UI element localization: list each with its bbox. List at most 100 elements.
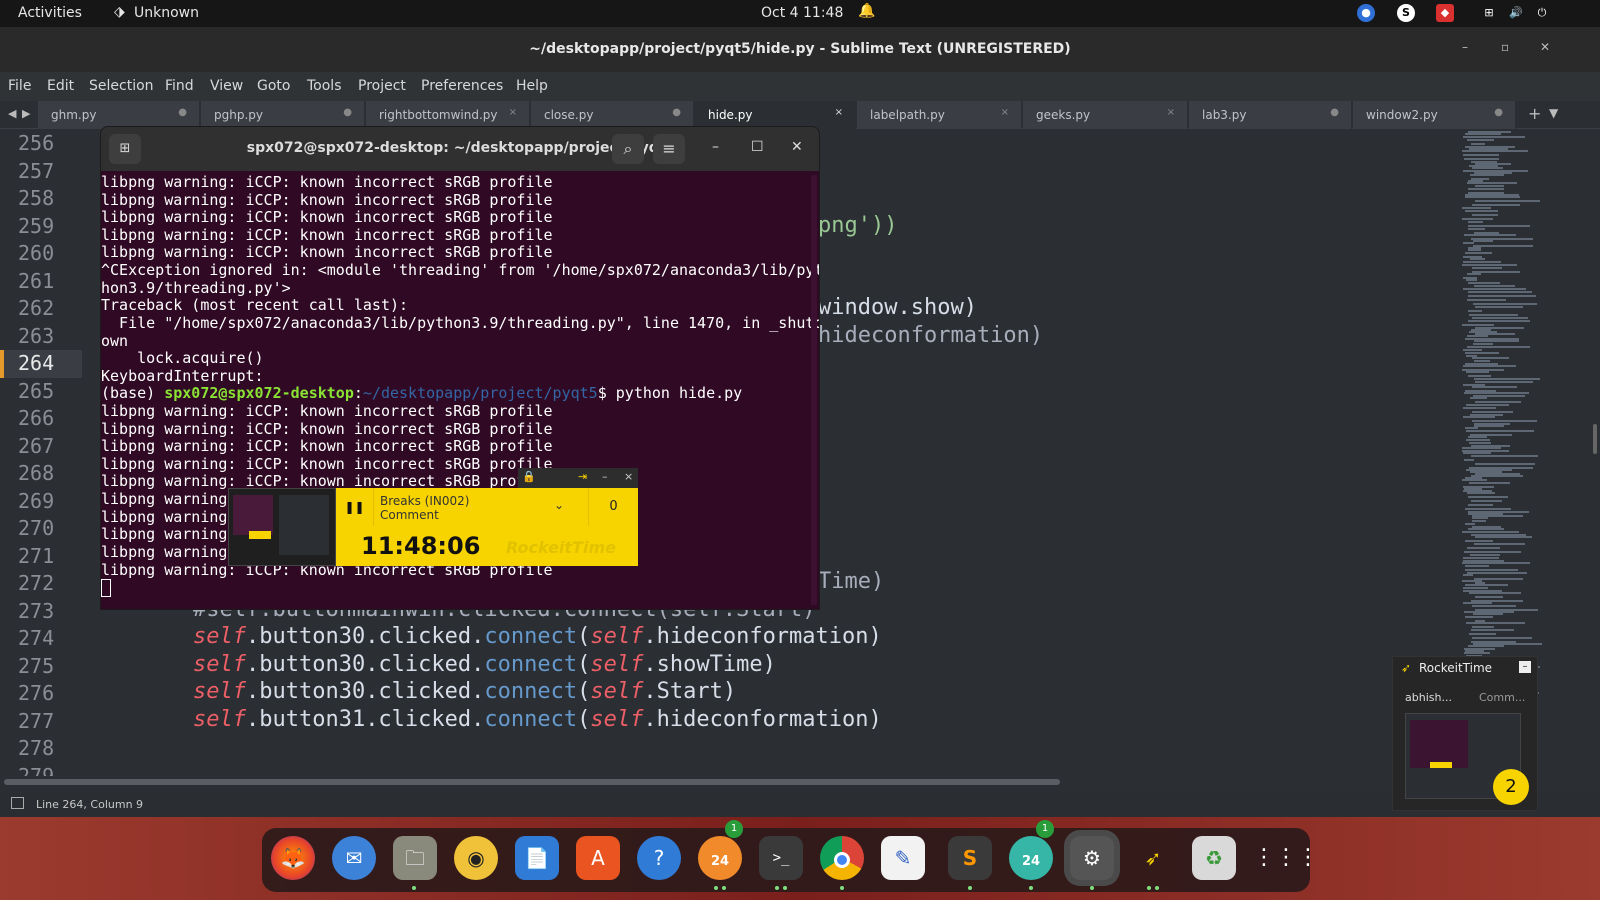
tab-labelpath[interactable]: labelpath.py × [857, 101, 1022, 129]
tab-dirty-icon[interactable]: ● [672, 107, 681, 118]
terminal-line: lock.acquire() [101, 349, 264, 367]
menu-selection[interactable]: Selection [89, 78, 154, 94]
tab-geeks[interactable]: geeks.py × [1023, 101, 1188, 129]
menu-file[interactable]: File [8, 78, 31, 94]
volume-icon[interactable]: 🔊 [1507, 4, 1525, 22]
app-menu[interactable]: Unknown [134, 5, 199, 21]
break-selector[interactable]: Breaks (IN002) Comment [380, 494, 469, 522]
lock-icon[interactable]: 🔒 [522, 470, 536, 483]
menu-goto[interactable]: Goto [257, 78, 290, 94]
software-center-icon[interactable]: A [576, 836, 620, 880]
trash-icon[interactable]: ♻ [1192, 836, 1236, 880]
maximize-icon[interactable]: ☐ [751, 139, 764, 155]
minimize-icon[interactable]: – [1462, 40, 1468, 54]
minimap-line [1469, 482, 1510, 484]
tab-dirty-icon[interactable]: ● [343, 107, 352, 118]
power-icon[interactable]: ⏻ [1533, 4, 1551, 22]
collapse-icon[interactable]: – [1519, 661, 1531, 673]
sublime-text-icon[interactable]: S [948, 836, 992, 880]
menu-preferences[interactable]: Preferences [421, 78, 503, 94]
line-number: 277 [18, 709, 55, 733]
chat-app-icon[interactable]: 24 [698, 836, 742, 880]
minimap-line [1467, 547, 1500, 549]
minimize-icon[interactable]: – [602, 470, 608, 483]
minimap-line [1474, 543, 1525, 545]
search-icon[interactable]: ⌕ [612, 134, 644, 164]
skype-tray-icon[interactable]: S [1397, 4, 1415, 22]
settings-gear-icon[interactable]: ⚙ [1070, 836, 1114, 880]
minimize-icon[interactable]: – [712, 139, 719, 155]
tab-rightbottomwind[interactable]: rightbottomwind.py × [366, 101, 530, 129]
export-icon[interactable]: ⇥ [578, 470, 587, 483]
notification-count-badge[interactable]: 2 [1493, 769, 1529, 805]
menu-edit[interactable]: Edit [47, 78, 74, 94]
app-menu-icon: ⬗ [114, 4, 125, 20]
panel-toggle-icon[interactable] [11, 797, 24, 809]
tab-close-icon[interactable]: × [1167, 107, 1175, 118]
thunderbird-icon[interactable]: ✉ [332, 836, 376, 880]
menu-help[interactable]: Help [516, 78, 548, 94]
rockeit-time-icon[interactable]: ➶ [1131, 836, 1175, 880]
tab-close-icon[interactable]: × [835, 107, 843, 118]
minimap-line [1470, 397, 1487, 399]
minimap-line [1467, 572, 1527, 574]
pause-icon[interactable]: ❚❚ [336, 488, 374, 526]
firefox-icon[interactable]: 🦊 [271, 836, 315, 880]
calendar-chat-icon[interactable]: 24 [1009, 836, 1053, 880]
files-icon[interactable]: 🗀 [393, 836, 437, 880]
anydesk-tray-icon[interactable]: ◆ [1436, 4, 1454, 22]
writer-icon[interactable]: 📄 [515, 836, 559, 880]
comment-field[interactable]: Comm... [1479, 691, 1525, 704]
tab-close-icon[interactable]: × [509, 107, 517, 118]
line-number: 273 [18, 599, 55, 623]
tab-close[interactable]: close.py ● [531, 101, 694, 129]
close-icon[interactable]: × [624, 470, 633, 483]
activities-button[interactable]: Activities [18, 5, 82, 21]
help-icon[interactable]: ? [637, 836, 681, 880]
new-tab-icon[interactable]: + [1528, 104, 1541, 123]
horizontal-scrollbar[interactable] [4, 779, 1060, 785]
close-icon[interactable]: ✕ [791, 139, 803, 155]
chevron-down-icon[interactable]: ⌄ [554, 498, 564, 512]
terminal-line: hon3.9/threading.py'> [101, 279, 291, 297]
tab-close-icon[interactable]: × [1001, 107, 1009, 118]
menu-project[interactable]: Project [358, 78, 406, 94]
network-icon[interactable]: ⊞ [1480, 4, 1498, 22]
rhythmbox-icon[interactable]: ◉ [454, 836, 498, 880]
terminal-icon[interactable]: >_ [759, 836, 803, 880]
tab-dirty-icon[interactable]: ● [1330, 107, 1339, 118]
vertical-scrollbar[interactable] [1593, 424, 1597, 454]
screenshot-thumbnail[interactable] [228, 488, 336, 566]
maximize-icon[interactable]: ▫ [1501, 40, 1509, 54]
tab-dirty-icon[interactable]: ● [178, 107, 187, 118]
tab-window2[interactable]: window2.py ● [1353, 101, 1516, 129]
tab-hide[interactable]: hide.py × [695, 101, 856, 129]
close-icon[interactable]: ✕ [1540, 40, 1550, 54]
rockeit-side-panel[interactable]: ➶ RockeitTime – abhish... Comm... 2 [1392, 656, 1538, 811]
menu-find[interactable]: Find [165, 78, 194, 94]
menu-tools[interactable]: Tools [307, 78, 342, 94]
rockeit-timer-widget[interactable]: 🔒 ⇥ – × ❚❚ Breaks (IN002) Comment ⌄ 0 11… [228, 468, 638, 566]
line-number: 268 [18, 461, 55, 485]
terminal-scrollbar[interactable] [811, 175, 817, 605]
clock[interactable]: Oct 4 11:48 [761, 5, 843, 21]
minimap-line [1468, 188, 1504, 190]
hamburger-menu-icon[interactable]: ≡ [653, 134, 685, 164]
tab-ghm[interactable]: ghm.py ● [38, 101, 200, 129]
tab-lab3[interactable]: lab3.py ● [1189, 101, 1352, 129]
menu-view[interactable]: View [210, 78, 243, 94]
tab-dirty-icon[interactable]: ● [1494, 107, 1503, 118]
tab-scroll-right-icon[interactable]: ▶ [22, 107, 30, 120]
app-grid-icon[interactable]: ⋮⋮⋮ [1253, 836, 1319, 880]
tab-list-icon[interactable]: ▼ [1549, 106, 1558, 120]
break-count: 0 [588, 488, 638, 526]
minimap-line [1462, 447, 1501, 449]
minimap-line [1472, 520, 1486, 522]
chrome-tray-icon[interactable]: ● [1357, 4, 1375, 22]
minimap-line [1464, 392, 1529, 394]
terminal-line: own [101, 332, 129, 350]
tab-scroll-left-icon[interactable]: ◀ [8, 107, 16, 120]
chrome-icon[interactable] [820, 836, 864, 880]
text-editor-icon[interactable]: ✎ [881, 836, 925, 880]
tab-pghp[interactable]: pghp.py ● [201, 101, 365, 129]
